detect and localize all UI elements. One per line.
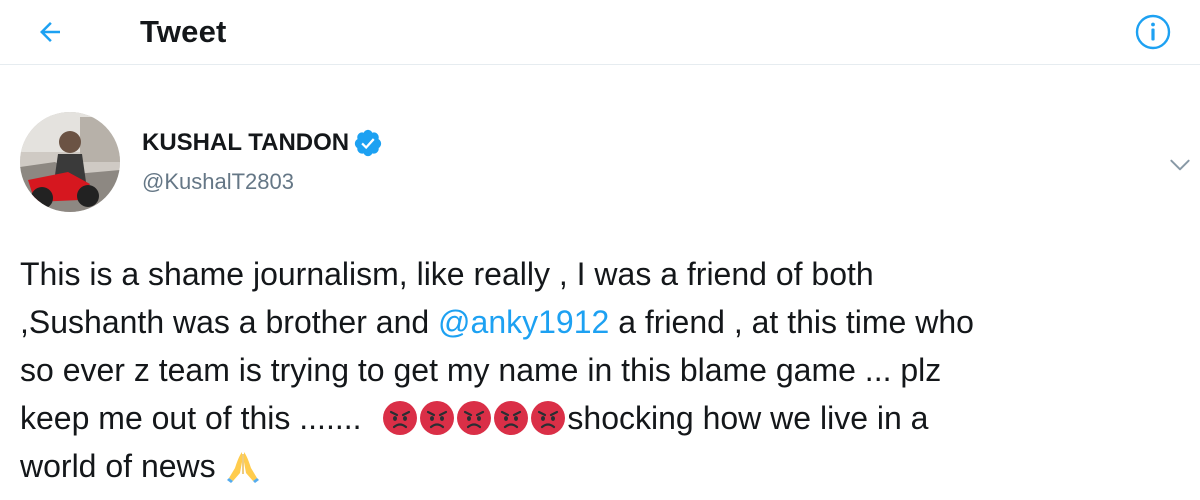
more-options-button[interactable] [1163, 148, 1197, 182]
tweet-line-4-start: keep me out of this ....... [20, 400, 371, 436]
author-name[interactable]: KUSHAL TANDON [142, 128, 383, 158]
avatar[interactable] [20, 112, 120, 212]
angry-face-icon [383, 401, 418, 435]
mention-link[interactable]: @anky1912 [438, 304, 609, 340]
back-button[interactable] [30, 12, 70, 52]
tweet-line-4-end: shocking how we live in a [567, 400, 929, 436]
author-handle[interactable]: @KushalT2803 [142, 168, 294, 196]
angry-face-icon [457, 401, 492, 435]
top-bar: Tweet [0, 0, 1200, 65]
tweet-line-5-text: world of news [20, 448, 225, 484]
angry-face-icon [494, 401, 529, 435]
tweet-line-2-end: a friend , at this time who [609, 304, 974, 340]
angry-face-icon [420, 401, 455, 435]
info-button[interactable] [1133, 12, 1173, 52]
author-name-text: KUSHAL TANDON [142, 129, 350, 156]
folded-hands-icon [226, 452, 259, 483]
tweet-line-3: so ever z team is trying to get my name … [20, 352, 942, 388]
tweet-line-2: ,Sushanth was a brother and @anky1912 a … [20, 298, 1190, 346]
info-circle-icon [1135, 14, 1171, 50]
verified-badge-icon [353, 128, 383, 158]
tweet-text: This is a shame journalism, like really … [20, 250, 1190, 490]
tweet-line-5: world of news [20, 442, 1190, 490]
tweet-line-2-start: ,Sushanth was a brother and [20, 304, 439, 340]
angry-face-icon [531, 401, 566, 435]
page-title: Tweet [140, 14, 227, 49]
arrow-left-icon [40, 22, 60, 42]
angry-emoji-row [382, 394, 567, 442]
chevron-down-icon [1170, 159, 1190, 171]
tweet-line-4: keep me out of this ....... shocking how… [20, 394, 1190, 442]
tweet-line-1: This is a shame journalism, like really … [20, 256, 874, 292]
